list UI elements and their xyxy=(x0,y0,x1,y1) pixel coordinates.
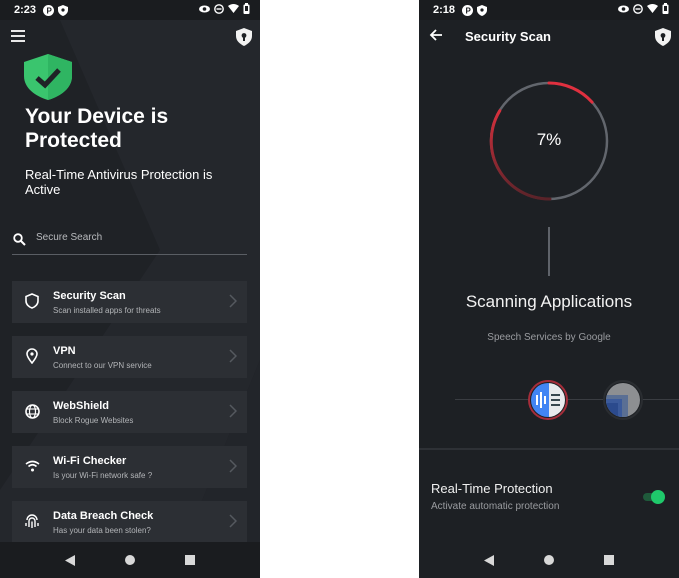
svg-text:P: P xyxy=(46,6,52,15)
notification-app-icon: P xyxy=(461,4,473,16)
speech-services-icon xyxy=(531,383,565,417)
feature-card-wifi-checker[interactable]: Wi-Fi Checker Is your Wi-Fi network safe… xyxy=(12,446,247,488)
home-circle-icon xyxy=(544,555,554,565)
progress-arc xyxy=(547,81,594,104)
queued-app-icon xyxy=(606,383,640,417)
eye-icon xyxy=(618,4,629,16)
feature-subtitle: Has your data been stolen? xyxy=(53,526,151,535)
feature-title: VPN xyxy=(53,345,76,357)
notification-shield-icon xyxy=(476,4,488,16)
do-not-disturb-icon xyxy=(633,3,643,17)
status-bar: 2:18 P xyxy=(419,0,679,20)
progress-percent-label: 7% xyxy=(536,130,562,149)
menu-icon xyxy=(11,30,25,32)
app-toolbar xyxy=(0,20,260,54)
feature-subtitle: Block Rogue Websites xyxy=(53,416,134,425)
shield-lock-icon xyxy=(236,28,252,46)
scanning-app-name: Speech Services by Google xyxy=(487,332,611,343)
recents-square-icon xyxy=(604,555,614,565)
scan-status-title: Scanning Applications xyxy=(465,292,633,311)
battery-icon xyxy=(243,3,250,17)
spinner-tail xyxy=(489,109,552,201)
recents-square-icon xyxy=(185,555,195,565)
app-toolbar: Security Scan xyxy=(419,20,679,54)
home-screen: 2:23 P Your Device is Protected Real-Tim… xyxy=(0,0,260,578)
feature-subtitle: Is your Wi-Fi network safe ? xyxy=(53,471,153,480)
security-scan-screen: 2:18 P Security Scan 7% Scanning Applica… xyxy=(419,0,679,578)
protection-status-title: Your Device is Protected xyxy=(25,105,169,152)
chevron-right-icon xyxy=(229,349,237,363)
nav-recents-button[interactable] xyxy=(601,552,617,568)
app-shield-button[interactable] xyxy=(655,28,671,46)
notification-app-icon: P xyxy=(42,4,54,16)
nav-home-button[interactable] xyxy=(122,552,138,568)
battery-icon xyxy=(662,3,669,17)
nav-recents-button[interactable] xyxy=(182,552,198,568)
system-navigation-bar xyxy=(0,542,260,578)
search-icon xyxy=(13,233,26,246)
page-title: Security Scan xyxy=(465,29,551,44)
realtime-protection-toggle[interactable] xyxy=(643,490,665,504)
feature-card-vpn[interactable]: VPN Connect to our VPN service xyxy=(12,336,247,378)
secure-search-field[interactable] xyxy=(12,228,247,255)
feature-title: WebShield xyxy=(53,400,110,412)
protection-status-subtitle: Real-Time Antivirus Protection is Active xyxy=(25,167,213,197)
wifi-signal-icon xyxy=(228,4,239,16)
wifi-icon xyxy=(24,458,40,474)
eye-icon xyxy=(199,4,210,16)
back-arrow-icon[interactable] xyxy=(429,28,443,42)
shield-outline-icon xyxy=(24,293,40,309)
section-divider xyxy=(419,448,679,450)
feature-card-webshield[interactable]: WebShield Block Rogue Websites xyxy=(12,391,247,433)
back-triangle-icon xyxy=(65,554,75,566)
feature-title: Wi-Fi Checker xyxy=(53,455,127,467)
next-app-icon xyxy=(603,380,643,420)
secure-search-input[interactable] xyxy=(36,232,236,243)
feature-title: Security Scan xyxy=(53,290,126,302)
chevron-right-icon xyxy=(229,459,237,473)
svg-text:P: P xyxy=(465,6,471,15)
globe-icon xyxy=(24,403,40,419)
fingerprint-icon xyxy=(24,513,40,529)
feature-subtitle: Scan installed apps for threats xyxy=(53,306,161,315)
chevron-right-icon xyxy=(229,514,237,528)
connector-line xyxy=(548,227,550,276)
nav-home-button[interactable] xyxy=(541,552,557,568)
feature-card-data-breach-check[interactable]: Data Breach Check Has your data been sto… xyxy=(12,501,247,543)
status-time: 2:23 xyxy=(14,4,37,16)
location-pin-icon xyxy=(24,348,40,364)
status-bar: 2:23 P xyxy=(0,0,260,20)
system-navigation-bar xyxy=(419,542,679,578)
status-time: 2:18 xyxy=(433,4,456,16)
chevron-right-icon xyxy=(229,294,237,308)
chevron-right-icon xyxy=(229,404,237,418)
realtime-protection-subtitle: Activate automatic protection xyxy=(431,501,560,512)
nav-back-button[interactable] xyxy=(481,552,497,568)
menu-button[interactable] xyxy=(11,30,25,42)
do-not-disturb-icon xyxy=(214,3,224,17)
back-triangle-icon xyxy=(484,554,494,566)
nav-back-button[interactable] xyxy=(62,552,78,568)
home-circle-icon xyxy=(125,555,135,565)
feature-title: Data Breach Check xyxy=(53,510,154,522)
realtime-protection-title: Real-Time Protection xyxy=(431,481,553,496)
app-shield-button[interactable] xyxy=(236,28,252,46)
shield-lock-icon xyxy=(655,28,671,46)
feature-card-security-scan[interactable]: Security Scan Scan installed apps for th… xyxy=(12,281,247,323)
notification-shield-icon xyxy=(57,4,69,16)
feature-subtitle: Connect to our VPN service xyxy=(53,361,152,370)
protected-shield-icon xyxy=(24,54,72,100)
current-app-icon xyxy=(528,380,568,420)
wifi-signal-icon xyxy=(647,4,658,16)
